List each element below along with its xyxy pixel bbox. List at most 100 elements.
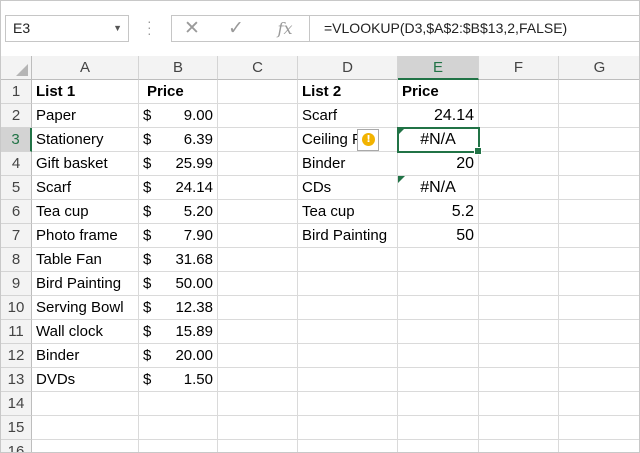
grid-cell[interactable] bbox=[559, 128, 639, 152]
error-indicator-icon[interactable] bbox=[398, 128, 405, 135]
grid-cell[interactable] bbox=[559, 320, 639, 344]
grid-cell[interactable] bbox=[479, 440, 559, 452]
grid-cell[interactable] bbox=[559, 176, 639, 200]
grid-cell[interactable] bbox=[218, 368, 298, 392]
grid-cell[interactable] bbox=[218, 80, 298, 104]
grid-cell[interactable] bbox=[479, 368, 559, 392]
grid-cell[interactable] bbox=[479, 176, 559, 200]
row-header-10[interactable]: 10 bbox=[1, 296, 32, 320]
grid-cell[interactable] bbox=[398, 248, 479, 272]
row-header-8[interactable]: 8 bbox=[1, 248, 32, 272]
row-header-12[interactable]: 12 bbox=[1, 344, 32, 368]
grid-cell[interactable] bbox=[398, 368, 479, 392]
grid-cell[interactable] bbox=[32, 440, 139, 452]
name-box[interactable]: E3 ▼ bbox=[5, 15, 129, 42]
grid-cell[interactable] bbox=[559, 368, 639, 392]
grid-cell[interactable] bbox=[32, 416, 139, 440]
grid-cell[interactable] bbox=[218, 128, 298, 152]
grid-cell[interactable] bbox=[398, 296, 479, 320]
grid-cell[interactable] bbox=[218, 320, 298, 344]
grid-cell[interactable] bbox=[218, 296, 298, 320]
column-header-b[interactable]: B bbox=[139, 56, 218, 80]
grid-cell[interactable] bbox=[479, 272, 559, 296]
grid-cell[interactable] bbox=[298, 272, 398, 296]
grid-cell[interactable] bbox=[479, 296, 559, 320]
grid-cell[interactable] bbox=[298, 416, 398, 440]
column-header-d[interactable]: D bbox=[298, 56, 398, 80]
row-header-13[interactable]: 13 bbox=[1, 368, 32, 392]
grid-cell[interactable] bbox=[218, 344, 298, 368]
grid-cell[interactable] bbox=[479, 224, 559, 248]
grid-cell[interactable] bbox=[479, 104, 559, 128]
grid-cell[interactable] bbox=[298, 392, 398, 416]
drag-handle-icon[interactable]: · · · bbox=[147, 14, 152, 40]
row-header-3[interactable]: 3 bbox=[1, 128, 32, 152]
grid-cell[interactable] bbox=[479, 320, 559, 344]
grid-cell[interactable] bbox=[559, 344, 639, 368]
grid-cell[interactable] bbox=[559, 272, 639, 296]
grid-cell[interactable] bbox=[398, 392, 479, 416]
grid-cell[interactable] bbox=[559, 224, 639, 248]
row-header-1[interactable]: 1 bbox=[1, 80, 32, 104]
grid-cell[interactable] bbox=[139, 416, 218, 440]
grid-cell[interactable] bbox=[479, 200, 559, 224]
grid-cell[interactable] bbox=[298, 248, 398, 272]
row-header-11[interactable]: 11 bbox=[1, 320, 32, 344]
grid-cell[interactable] bbox=[398, 272, 479, 296]
grid-cell[interactable] bbox=[298, 320, 398, 344]
error-indicator-icon[interactable] bbox=[398, 176, 405, 183]
grid-cell[interactable] bbox=[559, 80, 639, 104]
grid-cell[interactable] bbox=[559, 104, 639, 128]
grid-cell[interactable] bbox=[32, 392, 139, 416]
column-header-f[interactable]: F bbox=[479, 56, 559, 80]
row-header-4[interactable]: 4 bbox=[1, 152, 32, 176]
grid-cell[interactable] bbox=[218, 416, 298, 440]
grid-cell[interactable] bbox=[218, 392, 298, 416]
row-header-16[interactable]: 16 bbox=[1, 440, 32, 452]
row-header-5[interactable]: 5 bbox=[1, 176, 32, 200]
grid-cell[interactable] bbox=[559, 248, 639, 272]
grid-cell[interactable] bbox=[479, 128, 559, 152]
grid-cell[interactable] bbox=[298, 344, 398, 368]
grid-cell[interactable] bbox=[218, 104, 298, 128]
warning-icon[interactable]: ! bbox=[357, 129, 379, 151]
grid-cell[interactable] bbox=[559, 392, 639, 416]
column-header-e[interactable]: E bbox=[398, 56, 479, 80]
grid-cell[interactable] bbox=[398, 440, 479, 452]
grid-cell[interactable] bbox=[559, 440, 639, 452]
insert-function-button[interactable]: fx bbox=[268, 16, 302, 41]
chevron-down-icon[interactable]: ▼ bbox=[113, 16, 122, 41]
grid-cell[interactable] bbox=[559, 296, 639, 320]
column-header-a[interactable]: A bbox=[32, 56, 139, 80]
grid-cell[interactable] bbox=[218, 224, 298, 248]
grid-cell[interactable] bbox=[398, 344, 479, 368]
row-header-2[interactable]: 2 bbox=[1, 104, 32, 128]
grid-cell[interactable] bbox=[398, 416, 479, 440]
select-all-button[interactable] bbox=[1, 56, 32, 80]
grid-cell[interactable] bbox=[298, 368, 398, 392]
grid-cell[interactable] bbox=[139, 392, 218, 416]
column-header-c[interactable]: C bbox=[218, 56, 298, 80]
grid-cell[interactable] bbox=[218, 152, 298, 176]
enter-icon[interactable]: ✓ bbox=[224, 16, 248, 41]
grid-cell[interactable] bbox=[479, 416, 559, 440]
grid-cell[interactable] bbox=[559, 200, 639, 224]
grid-cell[interactable] bbox=[559, 416, 639, 440]
grid-cell[interactable] bbox=[218, 440, 298, 452]
grid-cell[interactable] bbox=[479, 152, 559, 176]
column-header-g[interactable]: G bbox=[559, 56, 639, 80]
grid-cell[interactable] bbox=[298, 440, 398, 452]
grid-cell[interactable] bbox=[479, 392, 559, 416]
grid-cell[interactable] bbox=[479, 344, 559, 368]
formula-input[interactable]: =VLOOKUP(D3,$A$2:$B$13,2,FALSE) bbox=[309, 15, 639, 42]
grid-cell[interactable] bbox=[218, 272, 298, 296]
grid-cell[interactable] bbox=[298, 296, 398, 320]
grid-cell[interactable] bbox=[398, 320, 479, 344]
grid-cell[interactable] bbox=[479, 248, 559, 272]
row-header-6[interactable]: 6 bbox=[1, 200, 32, 224]
grid-cell[interactable] bbox=[479, 80, 559, 104]
grid-cell[interactable] bbox=[139, 440, 218, 452]
row-header-9[interactable]: 9 bbox=[1, 272, 32, 296]
grid-cell[interactable] bbox=[559, 152, 639, 176]
grid-cell[interactable] bbox=[218, 176, 298, 200]
